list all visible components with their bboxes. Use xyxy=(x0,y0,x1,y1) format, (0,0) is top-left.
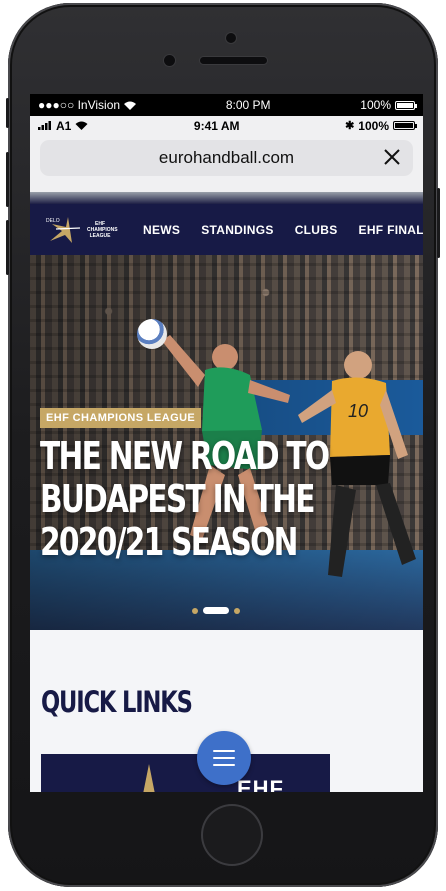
hamburger-icon-line xyxy=(213,757,235,759)
nav-item-standings[interactable]: STANDINGS xyxy=(201,223,273,237)
outer-battery-percent: 100% xyxy=(360,98,391,112)
bluetooth-icon: ✱ xyxy=(345,120,355,132)
close-icon[interactable] xyxy=(381,146,403,168)
headline-line-1: THE NEW ROAD TO xyxy=(40,434,330,478)
hero-slider[interactable]: 10 EHF CHAMPIONS LEAGUE THE NEW ROAD TO … xyxy=(30,255,423,630)
quick-link-card[interactable]: EHF xyxy=(41,754,330,792)
category-badge[interactable]: EHF CHAMPIONS LEAGUE xyxy=(40,408,202,428)
logo-text: EHF CHAMPIONS LEAGUE xyxy=(87,220,118,239)
hamburger-icon xyxy=(213,750,235,752)
screen: ●●●○○ InVision 8:00 PM 100% A1 9:41 AM ✱… xyxy=(30,94,423,792)
volume-down-button xyxy=(6,220,9,275)
inner-status-bar: A1 9:41 AM ✱ 100% xyxy=(30,116,423,135)
earpiece-speaker xyxy=(200,57,267,64)
jersey-number: 10 xyxy=(348,401,368,421)
slider-pagination xyxy=(192,607,240,614)
ehf-champions-league-logo[interactable]: DELO EHF CHAMPIONS LEAGUE xyxy=(46,215,118,245)
nav-menu: NEWS STANDINGS CLUBS EHF FINAL xyxy=(143,223,423,237)
menu-button[interactable] xyxy=(197,731,251,785)
battery-icon xyxy=(393,121,417,130)
logo-small-text: DELO xyxy=(46,218,60,224)
star-logo-icon: DELO xyxy=(46,216,81,243)
outer-time: 8:00 PM xyxy=(225,98,271,112)
front-camera xyxy=(226,33,236,43)
nav-item-news[interactable]: NEWS xyxy=(143,223,180,237)
headline-line-2: BUDAPEST IN THE xyxy=(40,477,315,521)
handball-ball xyxy=(137,319,167,349)
headline-line-3: 2020/21 SEASON xyxy=(40,520,298,564)
wifi-icon xyxy=(75,121,88,130)
address-bar[interactable]: eurohandball.com xyxy=(40,140,413,176)
nav-top-edge xyxy=(30,192,423,204)
url-text: eurohandball.com xyxy=(158,148,295,167)
mute-switch xyxy=(6,98,9,128)
home-button[interactable] xyxy=(201,804,263,866)
carrier-label: ●●●○○ InVision xyxy=(38,98,121,112)
inner-battery-percent: 100% xyxy=(358,118,389,133)
slider-dot-active[interactable] xyxy=(203,607,229,614)
battery-icon xyxy=(395,100,417,110)
nav-item-clubs[interactable]: CLUBS xyxy=(295,223,338,237)
inner-carrier: A1 xyxy=(56,118,72,133)
quick-links-section: QUICK LINKS EHF xyxy=(30,630,423,792)
star-logo-icon xyxy=(143,764,155,792)
hamburger-icon-line xyxy=(213,764,235,766)
slider-dot[interactable] xyxy=(192,607,198,614)
outer-status-bar: ●●●○○ InVision 8:00 PM 100% xyxy=(30,94,423,116)
wifi-icon xyxy=(124,101,137,110)
proximity-sensor xyxy=(164,55,175,66)
nav-item-ehf-final[interactable]: EHF FINAL xyxy=(359,223,423,237)
browser-chrome: eurohandball.com xyxy=(30,135,423,192)
signal-icon xyxy=(38,121,51,130)
hero-headline[interactable]: THE NEW ROAD TO BUDAPEST IN THE 2020/21 … xyxy=(40,435,336,564)
volume-up-button xyxy=(6,152,9,207)
power-button xyxy=(437,188,440,258)
slider-dot[interactable] xyxy=(234,607,240,614)
site-navbar: DELO EHF CHAMPIONS LEAGUE NEWS STANDINGS… xyxy=(30,204,423,255)
card-text: EHF xyxy=(237,776,284,792)
quick-links-title: QUICK LINKS xyxy=(41,685,193,719)
inner-time: 9:41 AM xyxy=(193,118,240,133)
